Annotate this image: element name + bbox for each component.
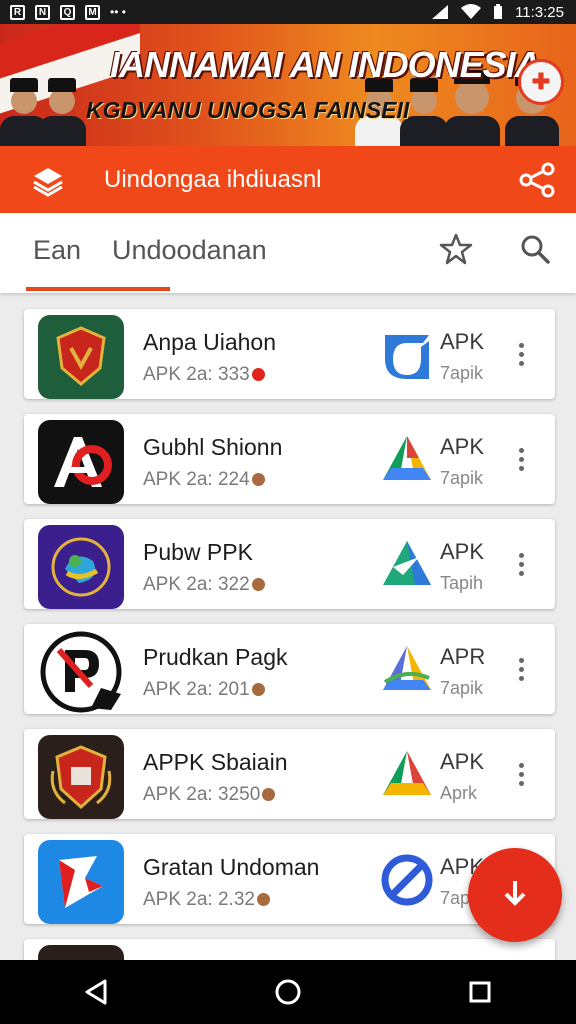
download-icon <box>504 881 526 906</box>
status-bar: R N Q M •• • 11:3:25 <box>0 0 576 24</box>
banner-subtitle: KGDVANU UNOGSA FAINSEII <box>86 97 410 123</box>
app-title: Gubhl Shionn <box>143 434 283 460</box>
apk-sublabel: 7apik <box>440 468 484 488</box>
more-options-icon[interactable] <box>518 658 524 681</box>
app-bar: Uindongaa ihdiuasnl <box>0 146 576 213</box>
tab-undoodanan[interactable]: Undoodanan <box>112 235 267 266</box>
app-bar-title: Uindongaa ihdiuasnl <box>104 165 322 193</box>
app-meta: APK 2a: 2.32 <box>143 889 270 911</box>
notification-icon: N <box>35 4 50 20</box>
store-logo-icon <box>385 335 429 379</box>
tab-bar: Ean Undoodanan <box>0 213 576 293</box>
banner-logo-icon[interactable]: ✚ <box>518 59 564 105</box>
app-title: APPK Sbaiain <box>143 749 288 775</box>
battery-icon <box>494 4 503 19</box>
star-icon[interactable] <box>439 232 473 266</box>
store-logo-icon <box>381 854 433 906</box>
wifi-icon <box>461 4 482 19</box>
app-title: Gratan Undoman <box>143 854 320 880</box>
apk-label: APK <box>440 434 485 459</box>
person-figure <box>38 78 86 146</box>
status-dot <box>251 368 265 382</box>
tab-ean[interactable]: Ean <box>33 235 81 266</box>
header-banner: IANNAMAI AN INDONESIA KGDVANU UNOGSA FAI… <box>0 24 576 146</box>
app-meta: APK 2a: 322 <box>143 574 265 596</box>
back-triangle-icon <box>85 979 107 1005</box>
status-dot <box>256 893 270 907</box>
store-logo-icon <box>383 541 431 585</box>
apk-label: APK <box>440 749 485 774</box>
apk-sublabel: 7apik <box>440 363 484 383</box>
app-meta: APK 2a: 3250 <box>143 784 276 806</box>
back-button[interactable] <box>76 972 116 1012</box>
apk-label: APR <box>440 644 486 669</box>
person-figure <box>444 70 500 146</box>
home-button[interactable] <box>268 972 308 1012</box>
recents-square-icon <box>469 981 491 1003</box>
status-dot <box>262 788 276 802</box>
notification-icon: R <box>10 4 25 20</box>
notification-icons: R N Q M •• • <box>0 4 126 20</box>
app-logo-p-icon <box>38 630 124 714</box>
apk-label: APK <box>440 329 485 354</box>
status-dot <box>251 578 265 592</box>
app-meta: APK 2a: 224 <box>143 469 265 491</box>
share-icon[interactable] <box>518 162 556 198</box>
app-meta: APK 2a: 333 <box>143 364 265 386</box>
store-logo-icon <box>383 646 431 690</box>
recents-button[interactable] <box>460 972 500 1012</box>
list-item[interactable]: Pubw PPK APK 2a: 322 APK Tapih <box>24 519 555 609</box>
more-options-icon[interactable] <box>518 343 524 366</box>
app-emblem-icon <box>38 315 124 399</box>
app-meta: APK 2a: 201 <box>143 679 265 701</box>
status-time: 11:3:25 <box>515 3 564 21</box>
apk-sublabel: Aprk <box>440 783 478 803</box>
app-logo-a-icon <box>38 420 124 504</box>
fab-download-button[interactable] <box>468 848 562 942</box>
apk-label: APK <box>440 539 485 564</box>
notification-icon: Q <box>60 4 75 20</box>
home-circle-icon <box>275 979 301 1005</box>
list-item[interactable]: APPK Sbaiain APK 2a: 3250 APK Aprk <box>24 729 555 819</box>
app-logo-flag-icon <box>38 840 124 924</box>
banner-title: IANNAMAI AN INDONESIA <box>110 44 541 85</box>
list-item[interactable]: Gubhl Shionn APK 2a: 224 APK 7apik <box>24 414 555 504</box>
app-title: Prudkan Pagk <box>143 644 288 670</box>
list-item[interactable]: Prudkan Pagk APK 2a: 201 APR 7apik <box>24 624 555 714</box>
list-item[interactable]: Anpa Uiahon APK 2a: 333 APK 7apik <box>24 309 555 399</box>
signal-icon <box>432 5 449 19</box>
search-icon[interactable] <box>518 232 552 266</box>
more-options-icon[interactable] <box>518 553 524 576</box>
more-options-icon[interactable] <box>518 763 524 786</box>
app-logo-icon[interactable] <box>30 162 66 198</box>
app-emblem-icon <box>38 525 124 609</box>
store-logo-icon <box>383 436 431 480</box>
more-options-icon[interactable] <box>518 448 524 471</box>
apk-sublabel: Tapih <box>440 573 484 593</box>
apk-sublabel: 7apik <box>440 678 484 698</box>
app-title: Anpa Uiahon <box>143 329 276 355</box>
more-dots-icon: •• • <box>110 5 126 19</box>
status-dot <box>251 473 265 487</box>
status-dot <box>251 683 265 697</box>
store-logo-icon <box>383 751 431 795</box>
app-emblem-icon <box>38 735 124 819</box>
notification-icon: M <box>85 4 100 20</box>
system-nav-bar <box>0 960 576 1024</box>
app-title: Pubw PPK <box>143 539 253 565</box>
tab-indicator <box>26 287 170 291</box>
